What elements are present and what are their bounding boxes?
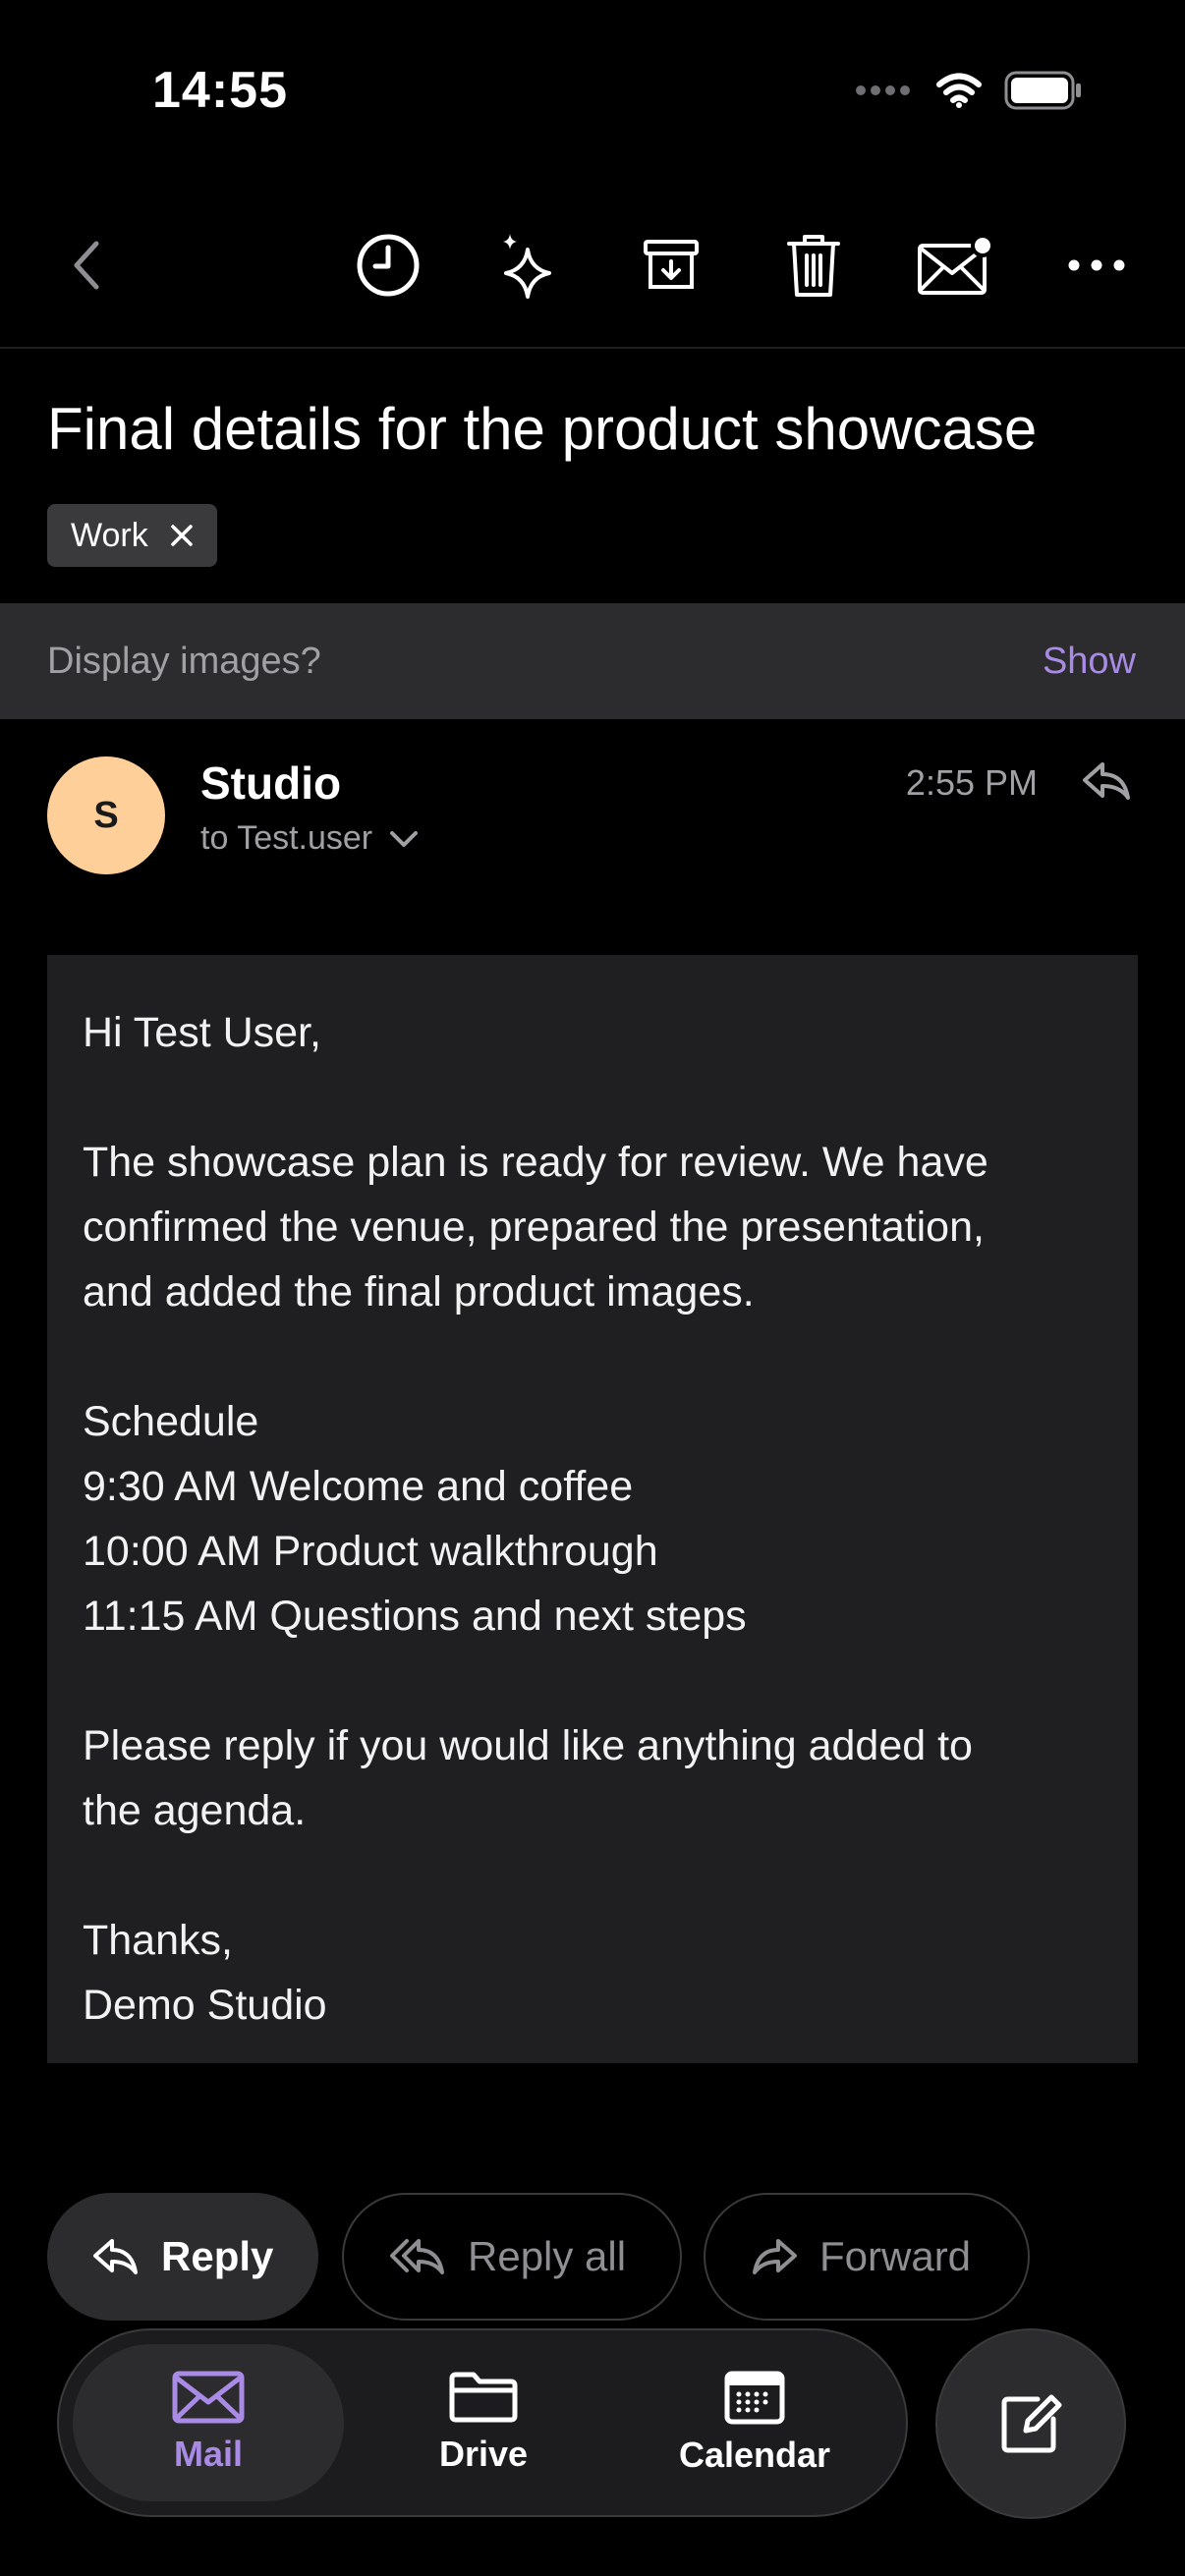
display-images-prompt: Display images? [47,640,321,682]
email-time: 2:55 PM [905,762,1038,803]
reply-icon [92,2236,140,2277]
schedule-title: Schedule [83,1398,259,1445]
tab-drive-label: Drive [438,2434,529,2474]
email-subject: Final details for the product showcase [47,396,1038,462]
sparkle-icon [498,230,563,301]
trash-icon [785,232,842,299]
chevron-left-icon [67,236,106,295]
archive-icon [642,238,701,293]
body-line: and added the final product images. [83,1268,755,1316]
status-time: 14:55 [152,62,288,119]
chevron-down-icon [388,829,420,849]
more-horizontal-icon [1067,258,1126,272]
battery-icon [1004,71,1083,110]
display-images-bar: Display images? Show [0,603,1185,719]
body-line: confirmed the venue, prepared the presen… [83,1204,985,1251]
quick-reply-button[interactable] [1081,758,1132,804]
forward-label: Forward [819,2233,972,2279]
mail-icon [172,2371,245,2424]
email-body: Hi Test User, The showcase plan is ready… [47,955,1138,2063]
sender-name: Studio [200,757,342,809]
reply-button[interactable]: Reply [47,2193,318,2321]
snooze-button[interactable] [349,226,427,305]
body-line: Please reply if you would like anything … [83,1722,973,1769]
reply-icon [1081,758,1132,804]
compose-button[interactable] [935,2328,1126,2519]
sender-avatar: S [47,756,165,874]
remove-label-button[interactable] [170,524,194,547]
forward-icon [751,2236,798,2277]
schedule-item: 10:00 AM Product walkthrough [83,1528,658,1575]
forward-button[interactable]: Forward [704,2193,1030,2321]
toolbar-divider [0,347,1185,349]
show-images-button[interactable]: Show [1043,641,1136,683]
body-signature: Demo Studio [83,1982,327,2029]
tab-calendar-label: Calendar [678,2435,831,2475]
label-tag: Work [47,504,217,567]
recipient-text: to Test.user [200,819,373,857]
back-button[interactable] [47,226,126,305]
ai-assist-button[interactable] [491,226,570,305]
tab-drive[interactable]: Drive [348,2344,619,2501]
compose-icon [998,2391,1063,2456]
body-line: the agenda. [83,1787,307,1834]
label-tag-text: Work [71,516,148,554]
body-greeting: Hi Test User, [83,1009,321,1056]
more-button[interactable] [1057,226,1136,305]
envelope-unread-icon [916,234,994,297]
mark-unread-button[interactable] [916,226,994,305]
wifi-icon [935,72,983,109]
body-signoff: Thanks, [83,1917,233,1964]
reply-all-icon [389,2236,446,2277]
recipient-toggle[interactable]: to Test.user [200,819,420,858]
signal-icon [855,84,914,97]
schedule-item: 11:15 AM Questions and next steps [83,1593,747,1640]
tab-calendar[interactable]: Calendar [619,2344,890,2501]
clock-icon [356,233,421,298]
reply-all-label: Reply all [468,2233,627,2279]
status-icons [855,71,1083,110]
tab-mail[interactable]: Mail [73,2344,344,2501]
archive-button[interactable] [632,226,710,305]
schedule-item: 9:30 AM Welcome and coffee [83,1463,634,1510]
reply-label: Reply [161,2233,274,2279]
bottom-tab-bar: Mail Drive Calendar [57,2328,908,2517]
calendar-icon [724,2370,785,2425]
tab-mail-label: Mail [173,2434,243,2474]
reply-all-button[interactable]: Reply all [342,2193,682,2321]
delete-button[interactable] [774,226,853,305]
folder-icon [449,2371,518,2424]
body-line: The showcase plan is ready for review. W… [83,1139,988,1186]
